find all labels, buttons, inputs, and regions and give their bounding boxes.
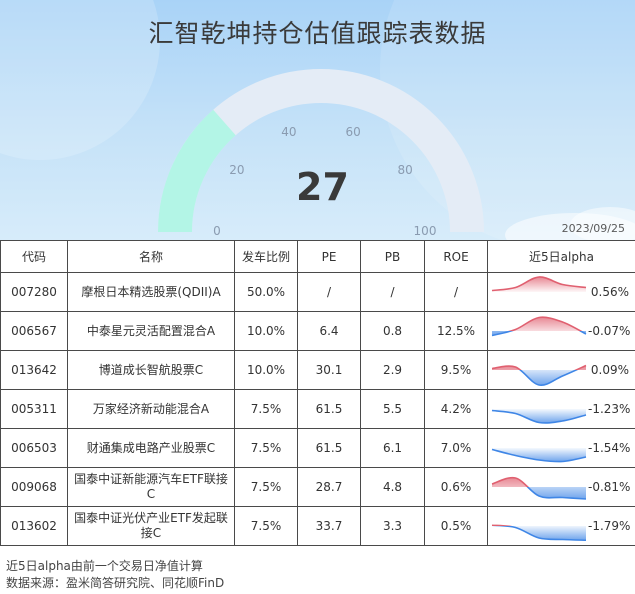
fund-alpha-cell: -0.07% [487,311,635,351]
table-row: 006567 中泰星元灵活配置混合A 10.0% 6.4 0.8 12.5% -… [0,311,635,351]
fund-roe: 9.5% [424,350,488,390]
table-row: 006503 财通集成电路产业股票C 7.5% 61.5 6.1 7.0% -1… [0,428,635,468]
column-header-code: 代码 [0,240,68,273]
fund-alpha-value: 0.09% [590,363,629,377]
alpha-sparkline [491,364,587,386]
header-banner: 汇智乾坤持仓估值跟踪表数据 0 20 40 60 80 100 27 2023/09/25 [0,0,635,240]
fund-weight: 10.0% [234,311,298,351]
fund-roe: 0.5% [424,506,488,546]
report-date: 2023/09/25 [561,222,625,235]
gauge-tick-label: 100 [413,224,437,238]
fund-name: 博道成长智航股票C [67,350,235,390]
fund-pe: 28.7 [297,467,361,507]
fund-pe: 61.5 [297,428,361,468]
fund-code: 006567 [0,311,68,351]
fund-pe: 6.4 [297,311,361,351]
fund-roe: 7.0% [424,428,488,468]
fund-pe: 33.7 [297,506,361,546]
fund-code: 006503 [0,428,68,468]
fund-name: 摩根日本精选股票(QDII)A [67,272,235,312]
gauge-value: 27 [296,165,349,209]
column-header-pb: PB [360,240,425,273]
fund-alpha-cell: -1.79% [487,506,635,546]
alpha-sparkline [491,409,587,424]
fund-code: 009068 [0,467,68,507]
gauge-track [158,69,484,233]
fund-alpha-cell: 0.56% [487,272,635,312]
fund-weight: 7.5% [234,428,298,468]
fund-roe: 0.6% [424,467,488,507]
fund-weight: 7.5% [234,506,298,546]
table-row: 013642 博道成长智航股票C 10.0% 30.1 2.9 9.5% 0.0… [0,350,635,390]
column-header-weight: 发车比例 [234,240,298,273]
table-row: 005311 万家经济新动能混合A 7.5% 61.5 5.5 4.2% -1.… [0,389,635,429]
column-header-name: 名称 [67,240,235,273]
fund-pe: 61.5 [297,389,361,429]
fund-pb: / [360,272,425,312]
fund-alpha-value: -1.54% [588,441,631,455]
column-header-roe: ROE [424,240,488,273]
fund-alpha-value: -0.07% [588,324,631,338]
gauge-fill [158,109,237,233]
fund-alpha-value: -1.23% [588,402,631,416]
fund-roe: 12.5% [424,311,488,351]
fund-code: 013642 [0,350,68,390]
fund-pb: 5.5 [360,389,425,429]
gauge-tick-label: 20 [229,162,245,177]
fund-name: 国泰中证新能源汽车ETF联接C [67,467,235,507]
alpha-sparkline [491,448,587,463]
fund-alpha-cell: -1.54% [487,428,635,468]
fund-name: 万家经济新动能混合A [67,389,235,429]
fund-pb: 3.3 [360,506,425,546]
fund-pe: 30.1 [297,350,361,390]
fund-name: 国泰中证光伏产业ETF发起联接C [67,506,235,546]
footer-note: 近5日alpha由前一个交易日净值计算 [6,559,203,573]
fund-weight: 7.5% [234,467,298,507]
fund-alpha-value: 0.56% [590,285,629,299]
alpha-sparkline [491,476,587,500]
fund-alpha-cell: 0.09% [487,350,635,390]
fund-roe: 4.2% [424,389,488,429]
fund-pb: 4.8 [360,467,425,507]
fund-pb: 6.1 [360,428,425,468]
table-header-row: 代码 名称 发车比例 PE PB ROE 近5日alpha [0,240,635,273]
table-row: 009068 国泰中证新能源汽车ETF联接C 7.5% 28.7 4.8 0.6… [0,467,635,507]
gauge-tick-label: 80 [397,162,413,177]
footer-source: 数据来源：盈米简答研究院、同花顺FinD [6,576,225,590]
fund-alpha-cell: -0.81% [487,467,635,507]
alpha-sparkline [491,316,587,337]
gauge-tick-label: 60 [345,125,361,140]
fund-weight: 10.0% [234,350,298,390]
fund-code: 007280 [0,272,68,312]
fund-weight: 7.5% [234,389,298,429]
holdings-table: 代码 名称 发车比例 PE PB ROE 近5日alpha 007280 摩根日… [0,240,635,546]
fund-pb: 2.9 [360,350,425,390]
table-row: 013602 国泰中证光伏产业ETF发起联接C 7.5% 33.7 3.3 0.… [0,506,635,546]
fund-pe: / [297,272,361,312]
column-header-alpha: 近5日alpha [487,240,635,273]
column-header-pe: PE [297,240,361,273]
gauge-tick-label: 40 [281,125,297,140]
table-row: 007280 摩根日本精选股票(QDII)A 50.0% / / / 0.56% [0,272,635,312]
fund-alpha-value: -0.81% [588,480,631,494]
fund-roe: / [424,272,488,312]
fund-pb: 0.8 [360,311,425,351]
fund-name: 中泰星元灵活配置混合A [67,311,235,351]
fund-code: 013602 [0,506,68,546]
fund-name: 财通集成电路产业股票C [67,428,235,468]
fund-weight: 50.0% [234,272,298,312]
fund-alpha-value: -1.79% [588,519,631,533]
fund-code: 005311 [0,389,68,429]
fund-alpha-cell: -1.23% [487,389,635,429]
alpha-sparkline [491,524,587,542]
gauge-tick-label: 0 [213,224,221,238]
footer-notes: 近5日alpha由前一个交易日净值计算 数据来源：盈米简答研究院、同花顺FinD [6,558,224,592]
alpha-sparkline [491,276,587,292]
